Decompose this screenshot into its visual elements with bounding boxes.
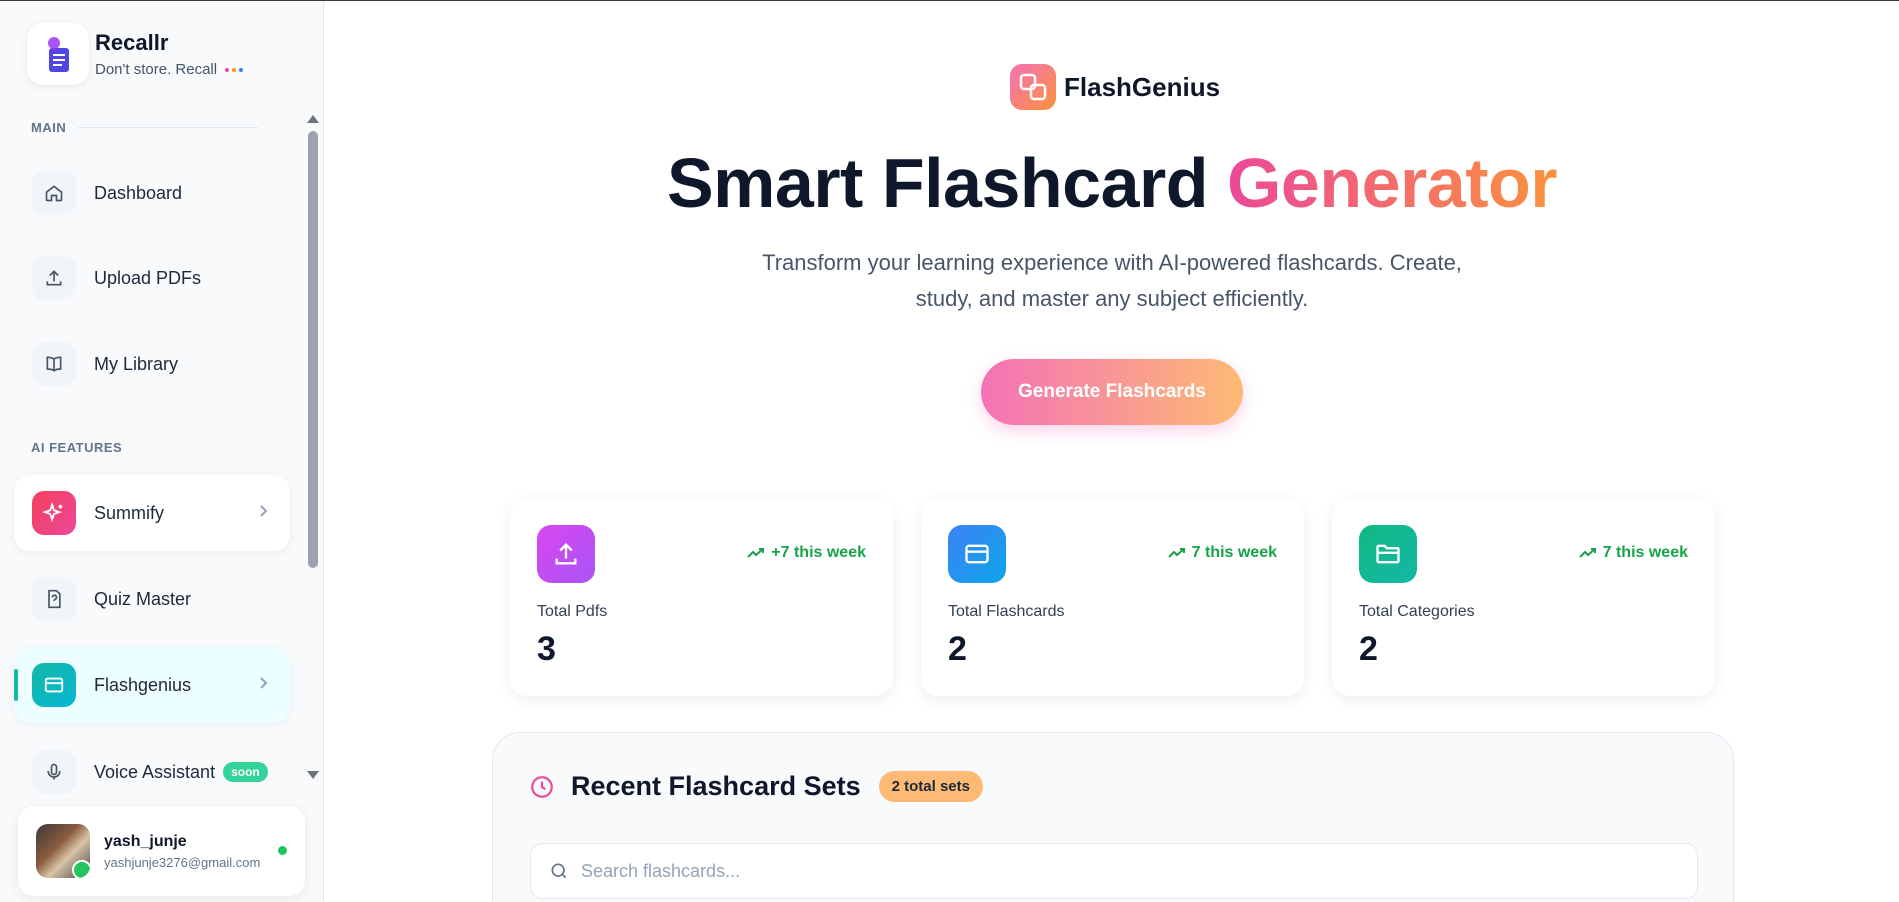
card-icon xyxy=(948,525,1006,583)
user-name: yash_junje xyxy=(104,832,187,850)
title-plain: Smart Flashcard xyxy=(666,144,1209,222)
soon-badge: soon xyxy=(223,762,268,782)
sidebar-item-quiz-master[interactable]: Quiz Master xyxy=(14,561,290,637)
section-label-main: MAIN xyxy=(31,120,259,135)
clock-icon xyxy=(531,775,553,798)
trend-indicator: 7 this week xyxy=(1578,544,1688,562)
brand-name: Recallr xyxy=(95,30,169,55)
stat-card-total-pdfs: +7 this week Total Pdfs 3 xyxy=(510,498,893,696)
brand[interactable]: Recallr Don't store. Recall xyxy=(27,23,244,85)
sidebar-item-dashboard[interactable]: Dashboard xyxy=(14,155,290,231)
total-sets-badge: 2 total sets xyxy=(878,771,983,802)
stat-label: Total Pdfs xyxy=(537,603,608,620)
recallr-logo-icon xyxy=(27,23,89,85)
sidebar-item-label: My Library xyxy=(94,353,179,374)
generate-flashcards-button[interactable]: Generate Flashcards xyxy=(981,359,1243,425)
recent-title: Recent Flashcard Sets xyxy=(571,771,861,801)
stat-label: Total Flashcards xyxy=(948,603,1065,620)
scrollbar-thumb[interactable] xyxy=(308,131,318,568)
sidebar-item-label: Upload PDFs xyxy=(94,267,202,288)
chevron-right-icon xyxy=(258,503,268,524)
scroll-up-arrow-icon[interactable] xyxy=(307,115,319,123)
trend-indicator: +7 this week xyxy=(747,544,866,562)
sidebar-item-summify[interactable]: Summify xyxy=(14,475,290,551)
main-content: FlashGenius Smart Flashcard Generator Tr… xyxy=(325,1,1899,902)
sparkles-icon xyxy=(32,491,76,535)
stat-card-total-categories: 7 this week Total Categories 2 xyxy=(1332,498,1715,696)
trend-up-icon xyxy=(747,548,765,558)
sidebar-item-label: Voice Assistant xyxy=(94,761,216,782)
page-title: Smart Flashcard Generator xyxy=(325,143,1899,223)
active-indicator xyxy=(14,669,18,701)
upload-icon xyxy=(32,256,76,300)
trend-text: 7 this week xyxy=(1602,544,1688,561)
stat-label: Total Categories xyxy=(1359,603,1475,620)
sidebar-item-voice-assistant[interactable]: Voice Assistant soon xyxy=(14,734,290,810)
search-input[interactable] xyxy=(581,860,1581,882)
flashgenius-brand: FlashGenius xyxy=(1010,64,1220,110)
scroll-down-arrow-icon[interactable] xyxy=(307,771,319,779)
chevron-right-icon xyxy=(258,675,268,696)
stat-value: 2 xyxy=(1359,630,1378,668)
sidebar-item-upload-pdfs[interactable]: Upload PDFs xyxy=(14,240,290,316)
trend-text: +7 this week xyxy=(771,544,866,561)
section-ai-text: AI FEATURES xyxy=(31,440,123,455)
search-bar[interactable] xyxy=(530,843,1698,899)
search-icon xyxy=(551,863,567,879)
stat-card-total-flashcards: 7 this week Total Flashcards 2 xyxy=(921,498,1304,696)
sidebar-item-label: Flashgenius xyxy=(94,674,192,695)
quiz-icon xyxy=(32,577,76,621)
book-icon xyxy=(32,342,76,386)
page-subtitle: Transform your learning experience with … xyxy=(762,250,1462,311)
trend-up-icon xyxy=(1578,548,1596,558)
avatar xyxy=(36,824,90,878)
section-main-text: MAIN xyxy=(31,120,67,135)
stat-value: 2 xyxy=(948,630,967,668)
sidebar-item-label: Quiz Master xyxy=(94,588,192,609)
sidebar-item-label: Dashboard xyxy=(94,182,183,203)
online-status-icon xyxy=(278,846,287,855)
sidebar-item-flashgenius[interactable]: Flashgenius xyxy=(14,647,290,723)
recent-header: Recent Flashcard Sets 2 total sets xyxy=(529,771,983,802)
tagline-text: Don't store. Recall xyxy=(95,61,218,78)
title-accent: Generator xyxy=(1226,144,1558,222)
sidebar: Recallr Don't store. Recall MAIN Dashboa… xyxy=(0,1,324,902)
trend-up-icon xyxy=(1167,548,1185,558)
flashgenius-logo-icon xyxy=(1010,64,1056,110)
flashgenius-name: FlashGenius xyxy=(1064,71,1221,102)
sidebar-item-label: Summify xyxy=(94,502,165,523)
card-icon xyxy=(32,663,76,707)
sidebar-item-my-library[interactable]: My Library xyxy=(14,326,290,402)
stat-value: 3 xyxy=(537,630,556,668)
recent-flashcard-sets-panel: Recent Flashcard Sets 2 total sets xyxy=(492,732,1734,902)
upload-icon xyxy=(537,525,595,583)
user-profile-card[interactable]: yash_junje yashjunje3276@gmail.com xyxy=(18,806,305,896)
brand-tagline: Don't store. Recall xyxy=(95,61,244,78)
dots-icon xyxy=(225,67,244,72)
folder-icon xyxy=(1359,525,1417,583)
home-icon xyxy=(32,171,76,215)
trend-indicator: 7 this week xyxy=(1167,544,1277,562)
trend-text: 7 this week xyxy=(1191,544,1277,561)
user-email: yashjunje3276@gmail.com xyxy=(104,854,261,870)
mic-icon xyxy=(32,750,76,794)
section-label-ai-features: AI FEATURES xyxy=(31,440,122,455)
